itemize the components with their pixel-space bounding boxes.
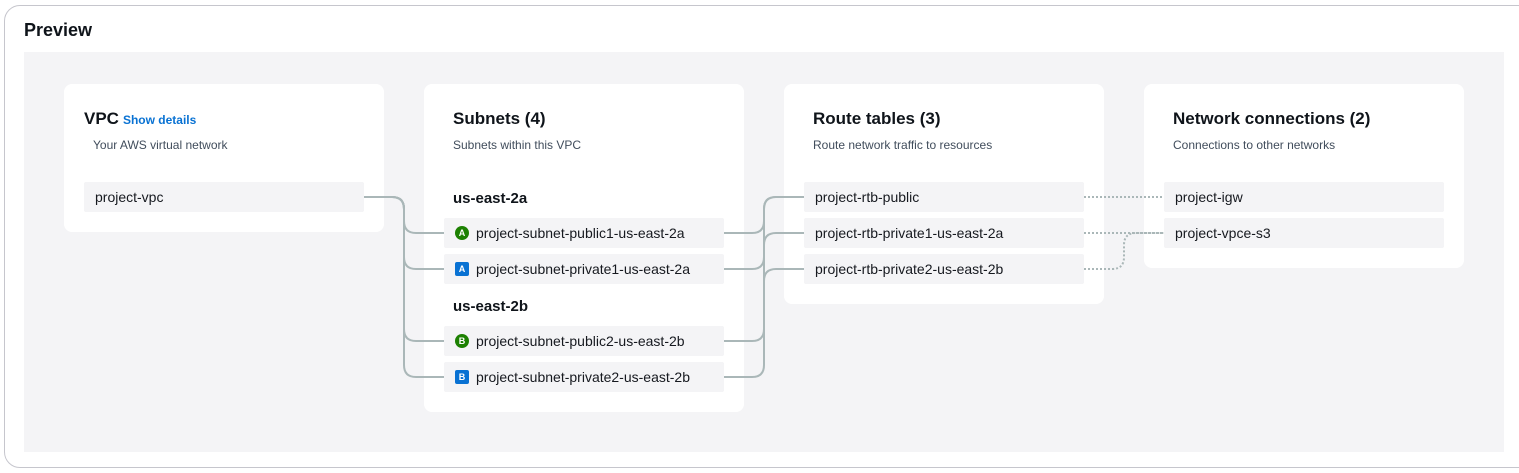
preview-title: Preview <box>24 20 93 40</box>
subnets-card-title: Subnets (4) <box>453 109 546 128</box>
vpc-card-title: VPC Show details <box>84 109 196 129</box>
route-table-item-public[interactable]: project-rtb-public <box>804 182 1084 212</box>
subnet-item-public2[interactable]: B project-subnet-public2-us-east-2b <box>444 326 724 356</box>
subnet-group-label-us-east-2a: us-east-2a <box>453 190 528 207</box>
network-connection-item-vpce[interactable]: project-vpce-s3 <box>1164 218 1444 248</box>
route-tables-card-subtitle: Route network traffic to resources <box>813 138 993 152</box>
route-tables-card-title: Route tables (3) <box>813 109 941 128</box>
public-subnet-badge-icon: B <box>455 334 469 348</box>
subnet-item-label: project-subnet-private2-us-east-2b <box>476 369 690 385</box>
show-details-link[interactable]: Show details <box>123 113 196 127</box>
subnets-card-subtitle: Subnets within this VPC <box>453 138 582 152</box>
network-connections-card-title: Network connections (2) <box>1173 109 1371 128</box>
subnet-item-label: project-subnet-public1-us-east-2a <box>476 225 685 241</box>
vpc-card-subtitle: Your AWS virtual network <box>93 138 228 152</box>
subnet-item-label: project-subnet-public2-us-east-2b <box>476 333 685 349</box>
private-subnet-badge-icon: A <box>455 262 469 276</box>
subnet-item-private2[interactable]: B project-subnet-private2-us-east-2b <box>444 362 724 392</box>
vpc-title-text: VPC <box>84 109 119 128</box>
subnet-group-label-us-east-2b: us-east-2b <box>453 298 529 315</box>
route-table-item-private1[interactable]: project-rtb-private1-us-east-2a <box>804 218 1084 248</box>
network-connection-item-igw[interactable]: project-igw <box>1164 182 1444 212</box>
subnet-item-label: project-subnet-private1-us-east-2a <box>476 261 690 277</box>
route-table-item-private2[interactable]: project-rtb-private2-us-east-2b <box>804 254 1084 284</box>
private-subnet-badge-icon: B <box>455 370 469 384</box>
subnet-item-private1[interactable]: A project-subnet-private1-us-east-2a <box>444 254 724 284</box>
subnet-item-public1[interactable]: A project-subnet-public1-us-east-2a <box>444 218 724 248</box>
public-subnet-badge-icon: A <box>455 226 469 240</box>
vpc-item[interactable]: project-vpc <box>84 182 364 212</box>
network-connections-card-subtitle: Connections to other networks <box>1173 138 1336 152</box>
